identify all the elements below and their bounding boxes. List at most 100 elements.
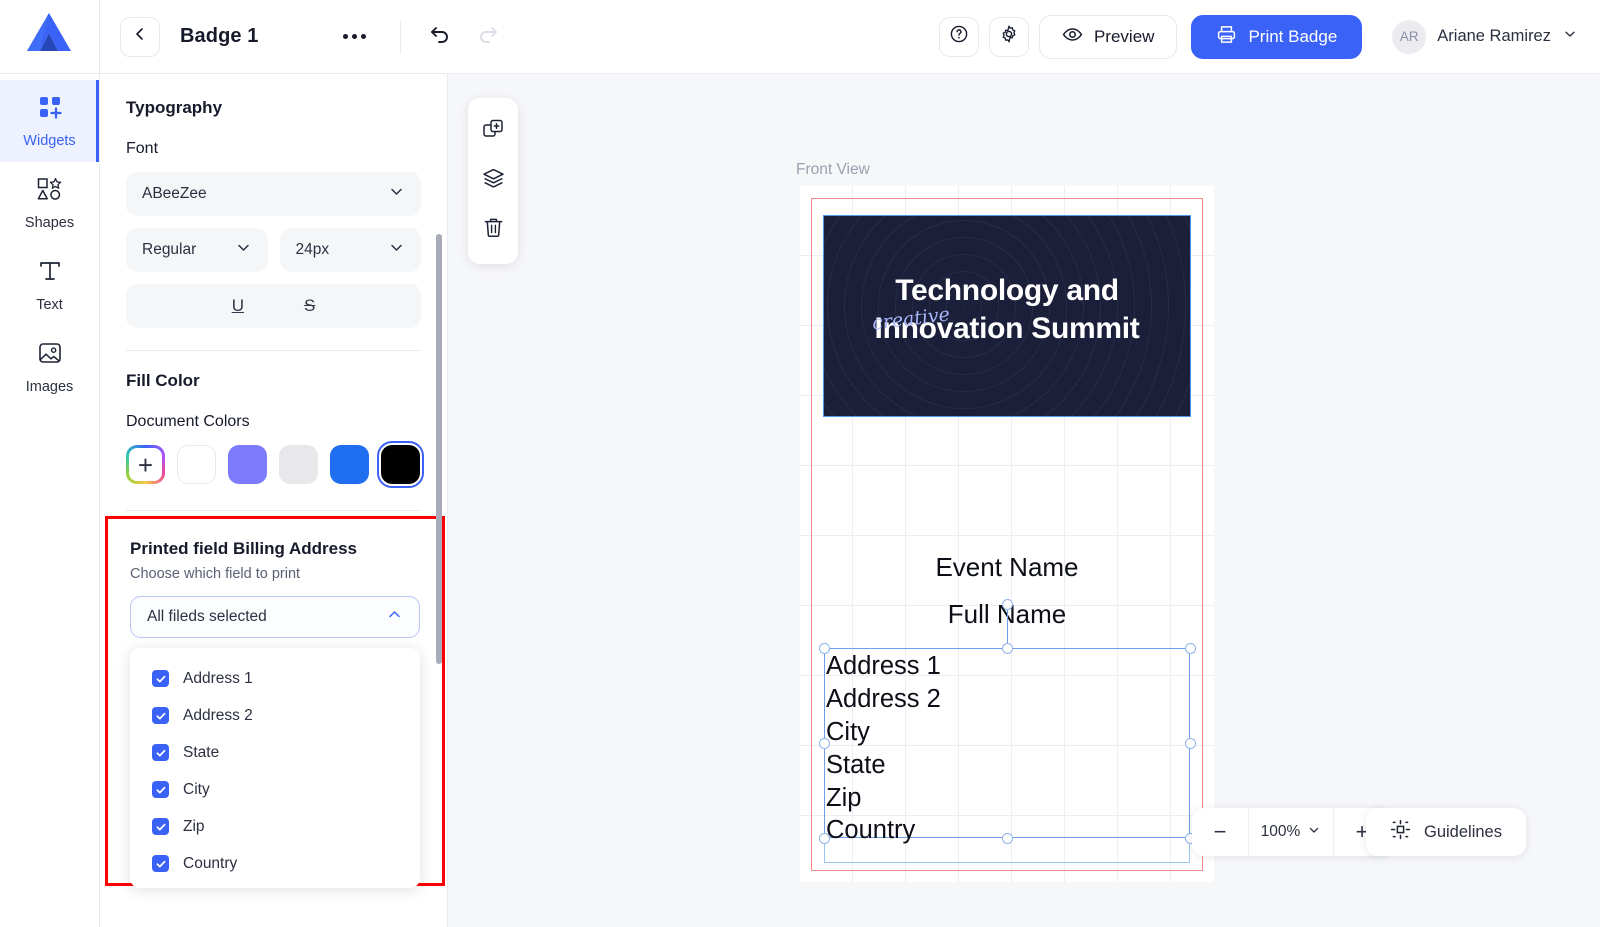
badge-editor-app: Badge 1 Preview Print Badge AR Ariane Ra…	[0, 0, 1600, 927]
rail-item-shapes[interactable]: Shapes	[0, 162, 99, 244]
avatar: AR	[1392, 19, 1427, 54]
document-colors-label: Document Colors	[126, 413, 250, 430]
font-label: Font	[126, 140, 159, 157]
address-line: Address 1	[826, 652, 941, 680]
help-circle-icon	[949, 24, 969, 49]
badge-canvas[interactable]: Technology and Innovation Summit creativ…	[800, 186, 1214, 882]
option-state[interactable]: State	[130, 734, 420, 771]
badge-event-name[interactable]: Event Name	[800, 552, 1214, 583]
swatch-white[interactable]	[177, 445, 216, 484]
badge-header-image[interactable]: Technology and Innovation Summit creativ…	[823, 215, 1191, 417]
zoom-out-button[interactable]: −	[1192, 808, 1248, 856]
strikethrough-icon[interactable]: S	[304, 296, 315, 316]
document-title[interactable]: Badge 1	[180, 25, 259, 48]
font-weight-select[interactable]: Regular	[126, 228, 268, 272]
rail-label-text: Text	[36, 296, 63, 313]
rotation-handle[interactable]	[1002, 599, 1013, 610]
zoom-level-value: 100%	[1260, 823, 1301, 840]
resize-handle-middle-left[interactable]	[819, 738, 830, 749]
rotation-handle-line	[1007, 604, 1008, 648]
images-icon	[37, 340, 63, 371]
address-line: State	[826, 750, 886, 779]
eye-icon	[1062, 24, 1083, 50]
resize-handle-bottom-center[interactable]	[1002, 833, 1013, 844]
font-size-select[interactable]: 24px	[279, 228, 421, 272]
help-button[interactable]	[938, 16, 979, 57]
more-options-icon[interactable]	[342, 34, 366, 39]
rail-item-images[interactable]: Images	[0, 326, 99, 408]
duplicate-icon	[482, 118, 505, 146]
printed-field-select[interactable]: All fileds selected	[130, 596, 420, 638]
option-zip[interactable]: Zip	[130, 808, 420, 845]
print-badge-label: Print Badge	[1248, 26, 1338, 46]
swatch-blue[interactable]	[330, 445, 369, 484]
chevron-down-icon	[388, 183, 405, 205]
checkbox-checked-icon[interactable]	[152, 855, 169, 872]
option-label: Address 1	[183, 669, 253, 687]
resize-handle-middle-right[interactable]	[1185, 738, 1196, 749]
chevron-down-icon	[1307, 823, 1321, 842]
rail-item-widgets[interactable]: Widgets	[0, 80, 99, 162]
delete-button[interactable]	[482, 216, 505, 244]
resize-handle-top-left[interactable]	[819, 643, 830, 654]
layers-icon	[482, 167, 505, 195]
toolbar-divider	[399, 19, 401, 54]
undo-button[interactable]	[427, 21, 453, 52]
option-city[interactable]: City	[130, 771, 420, 808]
resize-handle-bottom-left[interactable]	[819, 833, 830, 844]
swatch-black[interactable]	[377, 441, 424, 488]
text-icon	[37, 258, 63, 289]
option-label: Address 2	[183, 706, 253, 724]
resize-handle-top-center[interactable]	[1002, 643, 1013, 654]
swatch-periwinkle[interactable]	[228, 445, 267, 484]
guidelines-button[interactable]: Guidelines	[1366, 808, 1526, 856]
view-label: Front View	[796, 161, 870, 178]
panel-scrollbar[interactable]	[436, 234, 442, 664]
settings-button[interactable]	[988, 16, 1029, 57]
chevron-down-icon	[235, 239, 252, 261]
underline-icon[interactable]: U	[232, 296, 244, 316]
preview-button[interactable]: Preview	[1038, 14, 1178, 59]
properties-panel: Typography Font ABeeZee Regular 24px U S…	[100, 74, 448, 927]
address-line: Zip	[826, 783, 862, 812]
badge-title-line-1: Technology and	[895, 274, 1119, 307]
option-address-1[interactable]: Address 1	[130, 660, 420, 697]
duplicate-button[interactable]	[482, 118, 505, 146]
chevron-down-icon	[388, 239, 405, 261]
chevron-up-icon	[386, 606, 403, 628]
fill-color-heading: Fill Color	[126, 371, 200, 390]
option-address-2[interactable]: Address 2	[130, 697, 420, 734]
rail-label-shapes: Shapes	[24, 214, 75, 231]
redo-icon	[475, 21, 501, 52]
printed-field-section: Printed field Billing Address Choose whi…	[105, 516, 445, 888]
add-color-swatch[interactable]	[126, 445, 165, 484]
font-style-row: Regular 24px	[126, 228, 421, 272]
preview-label: Preview	[1093, 26, 1155, 46]
checkbox-checked-icon[interactable]	[152, 707, 169, 724]
rail-item-text[interactable]: Text	[0, 244, 99, 326]
resize-handle-top-right[interactable]	[1185, 643, 1196, 654]
user-menu[interactable]: AR Ariane Ramirez	[1392, 19, 1578, 54]
font-family-select[interactable]: ABeeZee	[126, 172, 421, 216]
option-country[interactable]: Country	[130, 845, 420, 882]
color-swatch-list	[126, 441, 424, 488]
swatch-light-gray[interactable]	[279, 445, 318, 484]
checkbox-checked-icon[interactable]	[152, 744, 169, 761]
app-logo[interactable]	[0, 0, 100, 74]
checkbox-checked-icon[interactable]	[152, 818, 169, 835]
print-badge-button[interactable]: Print Badge	[1191, 14, 1363, 59]
checkbox-checked-icon[interactable]	[152, 670, 169, 687]
redo-button[interactable]	[475, 21, 501, 52]
option-label: State	[183, 743, 220, 761]
zoom-level-select[interactable]: 100%	[1248, 808, 1334, 856]
badge-header-text: Technology and Innovation Summit	[824, 272, 1190, 349]
gear-icon	[999, 24, 1019, 49]
address-line: City	[826, 717, 870, 746]
checkbox-checked-icon[interactable]	[152, 781, 169, 798]
user-name: Ariane Ramirez	[1437, 27, 1551, 45]
badge-address-block[interactable]: Address 1 Address 2 City State Zip Count…	[826, 650, 1186, 847]
toolbar-actions: Preview Print Badge AR Ariane Ramirez	[938, 14, 1600, 59]
back-button[interactable]	[120, 16, 160, 57]
shapes-icon	[36, 176, 63, 207]
layers-button[interactable]	[482, 167, 505, 195]
